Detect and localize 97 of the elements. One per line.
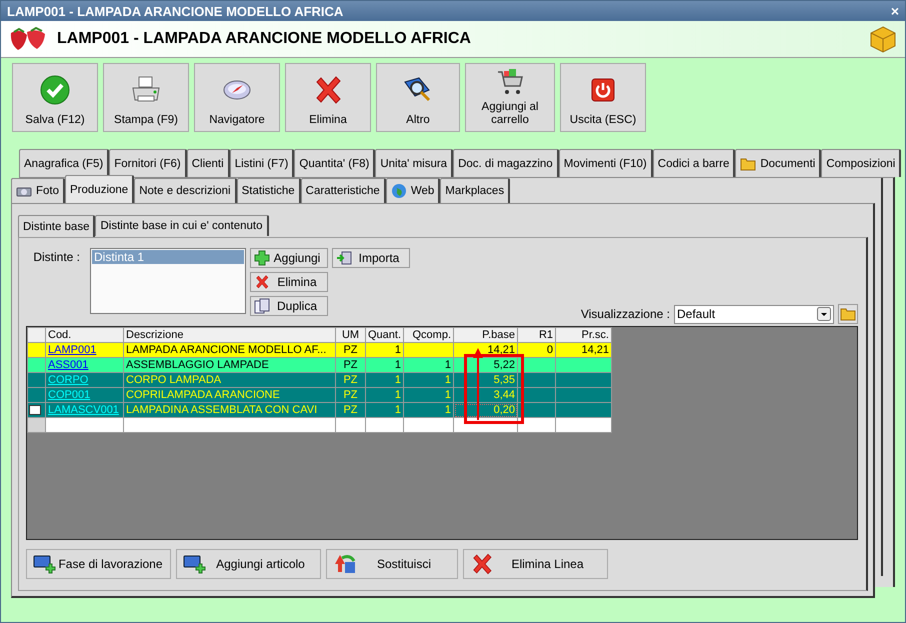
table-cell: CORPO LAMPADA	[126, 374, 222, 386]
column-header[interactable]: Qcomp.	[404, 328, 454, 342]
table-cell: 1	[394, 374, 401, 386]
table-cell: 0,20	[494, 404, 515, 416]
toolbar-button[interactable]: Altro	[376, 63, 460, 132]
table-cell: 14,21	[487, 344, 515, 356]
window-title: LAMP001 - LAMPADA ARANCIONE MODELLO AFRICA	[7, 4, 344, 18]
table-cell: 3,44	[494, 389, 515, 401]
cube-icon	[869, 25, 897, 53]
toolbar-button[interactable]: Salva (F12)	[12, 63, 98, 132]
column-header[interactable]: Cod.	[46, 328, 124, 342]
action-button[interactable]: Duplica	[250, 296, 328, 316]
table-cell: 14,21	[581, 344, 609, 356]
action-button[interactable]: Importa	[332, 248, 410, 268]
action-button[interactable]: Fase di lavorazione	[26, 549, 171, 579]
table-cell: PZ	[343, 344, 358, 356]
column-header[interactable]: Pr.sc.	[556, 328, 612, 342]
tab[interactable]: Clienti	[186, 149, 230, 177]
page-title: LAMP001 - LAMPADA ARANCIONE MODELLO AFRICA	[57, 30, 472, 48]
tab[interactable]: Composizioni	[821, 149, 902, 177]
view-label: Visualizzazione :	[580, 307, 670, 321]
highlight-box	[464, 354, 524, 424]
tab[interactable]: Web	[386, 178, 440, 203]
folder-icon	[740, 156, 756, 172]
tab[interactable]: Statistiche	[236, 178, 301, 203]
action-button[interactable]: Aggiungi	[250, 248, 328, 268]
table-row[interactable]: CORPO CORPO LAMPADA PZ 1 1 5,35	[28, 372, 612, 388]
table-cell: 1	[444, 389, 451, 401]
import-icon	[336, 250, 352, 266]
tab[interactable]: Anagrafica (F5)	[19, 149, 110, 177]
tab[interactable]: Unita' misura	[375, 149, 454, 177]
swap-icon	[333, 552, 357, 576]
column-header[interactable]: Descrizione	[124, 328, 336, 342]
arrow-drawing	[473, 348, 483, 420]
table-cell: 5,22	[494, 359, 515, 371]
action-button[interactable]: Elimina	[250, 272, 328, 292]
cross-icon	[254, 274, 270, 290]
column-header[interactable]: UM	[336, 328, 366, 342]
table-cell: PZ	[343, 359, 358, 371]
table-row[interactable]: LAMASCV001 LAMPADINA ASSEMBLATA CON CAVI PZ 1 1 0,20	[28, 402, 612, 418]
table-cell: PZ	[343, 374, 358, 386]
table-cell: 1	[444, 404, 451, 416]
tab[interactable]: Distinte base in cui e' contenuto	[95, 215, 269, 236]
action-button[interactable]: Sostituisci	[326, 549, 458, 579]
tab[interactable]: Documenti	[735, 149, 822, 177]
distinte-label: Distinte :	[32, 250, 81, 264]
table-row[interactable]: COP001 COPRILAMPADA ARANCIONE PZ 1 1 3,44	[28, 388, 612, 402]
current-row-marker	[29, 405, 41, 415]
checkmark-icon	[39, 74, 71, 106]
tab[interactable]: Foto	[11, 178, 66, 203]
toolbar-button[interactable]: Elimina	[285, 63, 371, 132]
table-cell: ASSEMBLAGGIO LAMPADE	[126, 359, 269, 371]
tab[interactable]: Quantita' (F8)	[294, 149, 376, 177]
tab[interactable]: Produzione	[65, 175, 134, 203]
table-cell: 1	[394, 404, 401, 416]
table-cell: LAMPADINA ASSEMBLATA CON CAVI	[126, 404, 318, 416]
table-cell: COPRILAMPADA ARANCIONE	[126, 389, 280, 401]
table-cell: 1	[394, 389, 401, 401]
column-header[interactable]: Quant.	[366, 328, 404, 342]
folder-icon	[840, 306, 856, 322]
table-cell: 1	[444, 374, 451, 386]
tab[interactable]: Distinte base	[18, 215, 96, 237]
plus-icon	[254, 250, 270, 266]
tab[interactable]: Movimenti (F10)	[558, 149, 653, 177]
table-cell: 1	[394, 359, 401, 371]
tab[interactable]: Fornitori (F6)	[109, 149, 187, 177]
table-cell: 1	[394, 344, 401, 356]
close-button[interactable]: ×	[890, 4, 899, 18]
table-row[interactable]: LAMP001 LAMPADA ARANCIONE MODELLO AF... PZ 1 14,21 0 14,21	[28, 342, 612, 358]
tab[interactable]: Codici a barre	[652, 149, 736, 177]
tab[interactable]: Markplaces	[440, 178, 510, 203]
strawberry-icon	[9, 27, 47, 51]
view-dropdown[interactable]: Default	[674, 304, 834, 324]
toolbar-button[interactable]: Aggiungi al carrello	[465, 63, 555, 132]
copy-icon	[254, 298, 270, 314]
table-cell: 5,35	[494, 374, 515, 386]
table-cell: 0	[546, 344, 553, 356]
table-row[interactable]: ASS001 ASSEMBLAGGIO LAMPADE PZ 1 1 5,22	[28, 358, 612, 372]
action-button[interactable]: Elimina Linea	[463, 549, 608, 579]
action-button[interactable]: Aggiungi articolo	[176, 549, 321, 579]
column-header[interactable]: R1	[518, 328, 556, 342]
row-header	[28, 328, 46, 342]
column-header[interactable]: P.base	[454, 328, 518, 342]
toolbar-button[interactable]: Uscita (ESC)	[560, 63, 646, 132]
tab[interactable]: Note e descrizioni	[134, 178, 237, 203]
table-cell: PZ	[343, 404, 358, 416]
tab[interactable]: Listini (F7)	[230, 149, 294, 177]
folder-button[interactable]	[838, 304, 858, 324]
globe-icon	[390, 183, 407, 199]
tab[interactable]: Caratteristiche	[300, 178, 386, 203]
toolbar-button[interactable]: Stampa (F9)	[103, 63, 189, 132]
table-cell: PZ	[343, 389, 358, 401]
table-cell: 1	[444, 359, 451, 371]
tab[interactable]: Doc. di magazzino	[453, 149, 559, 177]
toolbar-button[interactable]: Navigatore	[194, 63, 280, 132]
table-cell: LAMPADA ARANCIONE MODELLO AF...	[126, 344, 326, 356]
row-indicator[interactable]	[28, 402, 46, 418]
